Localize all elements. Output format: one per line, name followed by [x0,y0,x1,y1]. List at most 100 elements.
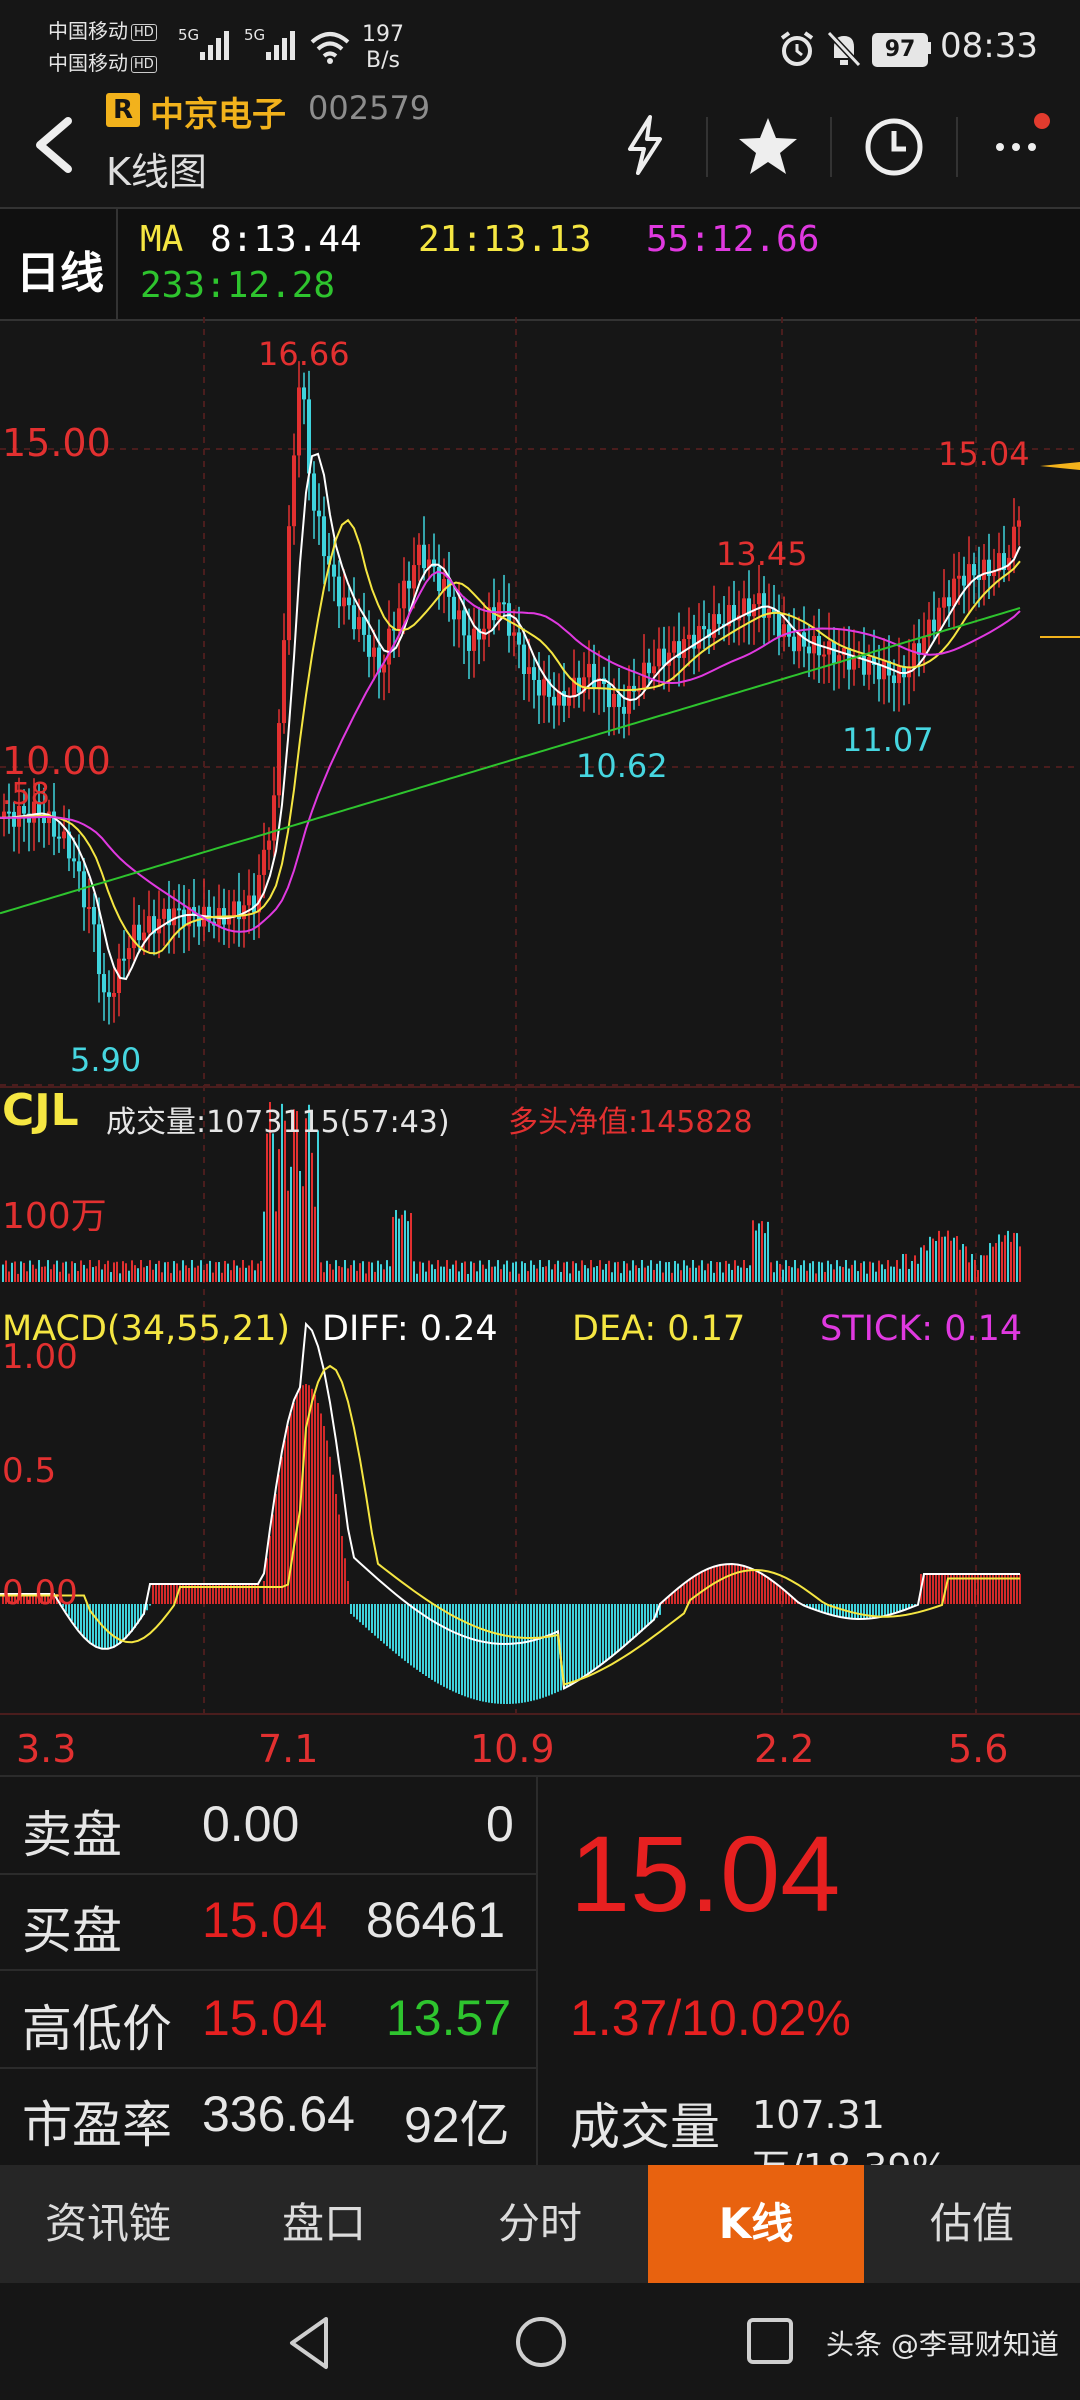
tab-kline[interactable]: K线 [648,2165,864,2283]
candle-body [147,916,151,933]
macd-stick [833,1604,835,1616]
volume-bar [503,1264,505,1282]
volume-bar [854,1260,856,1282]
nav-home-icon[interactable] [512,2313,570,2371]
volume-bar [743,1260,745,1282]
macd-stick [272,1514,274,1604]
macd-stick [458,1604,460,1694]
volume-bar [89,1260,91,1282]
kline-chart[interactable]: 15.00 10.00 .58 16.66 5.90 15.04 13.45 1… [0,317,1080,1775]
period-cell[interactable]: 日线 [0,209,118,319]
volume-bar [368,1261,370,1282]
volume-bar [773,1272,775,1282]
volume-bar [917,1263,919,1282]
nav-recents-icon[interactable] [744,2315,796,2367]
candle-body [942,597,946,608]
tab-bar: 资讯链 盘口 分时 K线 估值 [0,2165,1080,2283]
volume-bar [539,1260,541,1282]
macd-stick [440,1604,442,1686]
volume-bar [845,1260,847,1282]
more-icon[interactable] [990,111,1060,171]
volume-bar [248,1265,250,1282]
candle-body [432,559,436,567]
candle-body [292,455,296,527]
volume-bar [257,1263,259,1282]
macd-stick [491,1604,493,1704]
volume-bar [425,1271,427,1282]
volume-bar [935,1240,937,1282]
macd-stick [518,1604,520,1704]
macd-stick [437,1604,439,1684]
macd-stick [638,1604,640,1634]
volume-bar [140,1260,142,1282]
candle-body [92,906,96,925]
volume-bar [890,1266,892,1282]
macd-stick [776,1583,778,1604]
volume-bar [767,1221,769,1282]
volume-bar [107,1260,109,1282]
volume-bar [110,1272,112,1282]
volume-bar [797,1268,799,1282]
volume-bar [746,1268,748,1282]
macd-stick [473,1604,475,1700]
tab-intraday[interactable]: 分时 [432,2165,648,2283]
volume-bar [143,1267,145,1282]
market-cap: 92亿 [404,2097,510,2153]
volume-bar [512,1262,514,1282]
macd-stick [323,1426,325,1604]
candle-body [912,643,916,667]
volume-bar [50,1269,52,1282]
volume-bar [62,1262,64,1282]
lightning-icon[interactable] [620,113,670,177]
volume-bar [332,1269,334,1282]
wifi-icon [310,32,350,64]
high-annotation: 16.66 [258,335,350,373]
volume-bar [764,1233,766,1282]
macd-stick [719,1565,721,1604]
back-icon[interactable] [28,115,78,175]
macd-stick [500,1604,502,1704]
tab-quote[interactable]: 盘口 [216,2165,432,2283]
macd-stick [533,1604,535,1701]
volume-bar [200,1260,202,1282]
candle-body [897,666,901,684]
candle-body [372,647,376,657]
volume-bar [443,1266,445,1282]
clock-icon[interactable] [862,115,926,179]
candle-body [612,693,616,708]
star-icon[interactable] [736,115,800,177]
macd-stick [821,1604,823,1612]
macd-stick [860,1604,862,1619]
volume-bar [74,1263,76,1282]
macd-stick [779,1585,781,1604]
volume-bar [236,1265,238,1282]
volume-bar [608,1260,610,1282]
volume-bar [752,1220,754,1282]
volume-bar [641,1260,643,1282]
macd-stick [536,1604,538,1700]
volume-bar [803,1260,805,1282]
candle-body [322,516,326,557]
nav-back-icon[interactable] [282,2313,338,2373]
tab-news[interactable]: 资讯链 [0,2165,216,2283]
macd-stick [716,1565,718,1604]
macd-stick [614,1604,616,1655]
volume-bar [734,1260,736,1282]
volume-bar [626,1263,628,1282]
volume-bar [464,1261,466,1282]
volume-bar [410,1213,412,1282]
candle-body [422,544,426,569]
volume-bar [188,1267,190,1282]
candle-body [257,874,261,913]
volume-bar [434,1269,436,1282]
volume-bar [404,1210,406,1282]
candle-body [437,566,441,592]
volume-bar [557,1260,559,1282]
tab-valuation[interactable]: 估值 [864,2165,1080,2283]
volume-bar [962,1244,964,1282]
clock-time: 08:33 [940,26,1038,66]
status-bar: 中国移动 HD 中国移动 HD 5G 5G 197 B/s 97 08:33 [0,0,1080,95]
candle-body [682,639,686,658]
volume-bar [911,1261,913,1282]
volume-bar [869,1261,871,1282]
